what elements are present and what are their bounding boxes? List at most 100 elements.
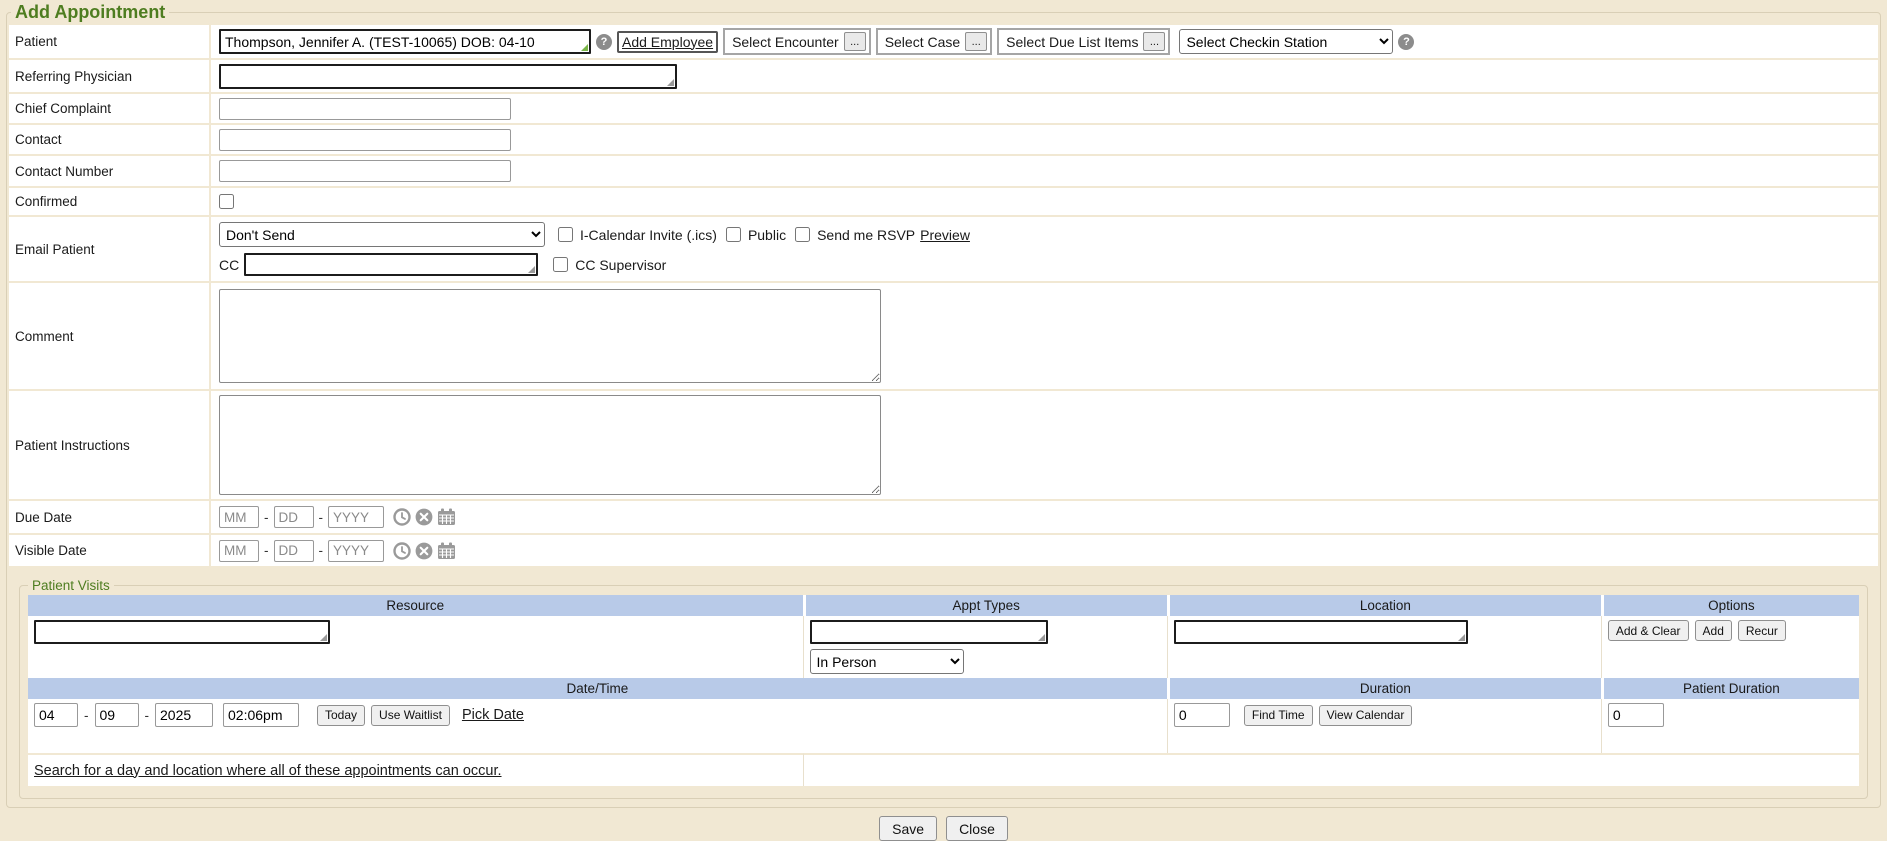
comment-field	[211, 283, 1878, 389]
duration-input[interactable]	[1174, 703, 1230, 727]
search-cell: Search for a day and location where all …	[28, 753, 803, 786]
form-row-contact: Contact	[9, 125, 1878, 156]
visit-year-input[interactable]	[155, 703, 213, 727]
select-due-list-ellipsis-button[interactable]: ...	[1143, 32, 1165, 51]
resource-cell	[28, 616, 803, 678]
patient-instructions-label: Patient Instructions	[9, 391, 211, 499]
visible-date-day-input[interactable]	[274, 540, 314, 562]
preview-link[interactable]: Preview	[920, 227, 970, 243]
today-button[interactable]: Today	[317, 705, 365, 726]
email-send-select[interactable]: Don't Send	[219, 222, 545, 247]
select-case-group[interactable]: Select Case ...	[876, 28, 992, 55]
patient-duration-input[interactable]	[1608, 703, 1664, 727]
visible-date-month-input[interactable]	[219, 540, 259, 562]
public-checkbox[interactable]	[726, 227, 741, 242]
due-date-month-input[interactable]	[219, 506, 259, 528]
appt-type-combo	[810, 620, 1048, 644]
contact-number-label: Contact Number	[9, 156, 211, 186]
date-separator: -	[319, 510, 324, 525]
form-row-email-patient: Email Patient Don't Send I-Calendar Invi…	[9, 217, 1878, 283]
referring-physician-field	[211, 60, 1878, 92]
recur-button[interactable]: Recur	[1738, 620, 1786, 641]
form-row-contact-number: Contact Number	[9, 156, 1878, 188]
due-date-clear-icon[interactable]	[415, 508, 433, 526]
form-row-confirmed: Confirmed	[9, 188, 1878, 217]
location-input[interactable]	[1174, 620, 1468, 644]
resource-header: Resource	[28, 595, 803, 616]
appt-types-cell: In Person	[803, 616, 1167, 678]
appt-types-header: Appt Types	[803, 595, 1167, 616]
patient-instructions-textarea[interactable]	[219, 395, 881, 495]
select-encounter-label: Select Encounter	[732, 34, 839, 50]
referring-physician-label: Referring Physician	[9, 60, 211, 92]
footer-actions: Save Close	[0, 816, 1887, 841]
patient-help-icon[interactable]: ?	[596, 34, 612, 50]
visits-header-row: Resource Appt Types Location Options	[28, 595, 1859, 616]
select-encounter-group[interactable]: Select Encounter ...	[723, 28, 871, 55]
pick-date-link[interactable]: Pick Date	[462, 707, 524, 723]
select-case-ellipsis-button[interactable]: ...	[965, 32, 987, 51]
icalendar-checkbox[interactable]	[558, 227, 573, 242]
visit-time-input[interactable]	[223, 703, 299, 727]
patient-input[interactable]	[219, 29, 591, 54]
chief-complaint-input[interactable]	[219, 98, 511, 120]
patient-combo	[219, 29, 591, 54]
checkin-help-icon[interactable]: ?	[1398, 34, 1414, 50]
find-time-button[interactable]: Find Time	[1244, 705, 1313, 726]
confirmed-label: Confirmed	[9, 188, 211, 215]
visible-date-label: Visible Date	[9, 535, 211, 566]
icalendar-label: I-Calendar Invite (.ics)	[580, 227, 717, 243]
add-button[interactable]: Add	[1695, 620, 1732, 641]
checkin-station-select[interactable]: Select Checkin Station	[1179, 29, 1393, 54]
save-button[interactable]: Save	[879, 816, 937, 841]
rsvp-label: Send me RSVP	[817, 227, 915, 243]
comment-textarea[interactable]	[219, 289, 881, 383]
contact-input[interactable]	[219, 129, 511, 151]
patient-visits-section: Patient Visits Resource Appt Types Locat…	[19, 578, 1868, 799]
visible-date-time-icon[interactable]	[393, 542, 411, 560]
page-title: Add Appointment	[11, 2, 169, 23]
rsvp-checkbox[interactable]	[795, 227, 810, 242]
patient-visits-title: Patient Visits	[28, 578, 114, 593]
email-patient-field: Don't Send I-Calendar Invite (.ics) Publ…	[211, 217, 1878, 281]
resource-input[interactable]	[34, 620, 330, 644]
select-due-list-label: Select Due List Items	[1006, 34, 1138, 50]
visible-date-field: - -	[211, 535, 1878, 566]
visit-month-input[interactable]	[34, 703, 78, 727]
select-encounter-ellipsis-button[interactable]: ...	[844, 32, 866, 51]
visible-date-calendar-icon[interactable]	[437, 542, 456, 560]
visits-datetime-header-row: Date/Time Duration Patient Duration	[28, 678, 1859, 699]
close-button[interactable]: Close	[946, 816, 1008, 841]
due-date-time-icon[interactable]	[393, 508, 411, 526]
select-due-list-group[interactable]: Select Due List Items ...	[997, 28, 1170, 55]
referring-physician-input[interactable]	[219, 64, 677, 89]
form-row-referring-physician: Referring Physician	[9, 60, 1878, 94]
patient-duration-header: Patient Duration	[1601, 678, 1859, 699]
visible-date-year-input[interactable]	[328, 540, 384, 562]
duration-header: Duration	[1167, 678, 1601, 699]
cc-input[interactable]	[244, 253, 538, 276]
appt-type-input[interactable]	[810, 620, 1048, 644]
search-day-location-link[interactable]: Search for a day and location where all …	[34, 763, 502, 779]
appt-mode-select[interactable]: In Person	[810, 649, 964, 674]
date-separator: -	[264, 510, 269, 525]
add-employee-link[interactable]: Add Employee	[617, 31, 718, 53]
visible-date-clear-icon[interactable]	[415, 542, 433, 560]
add-clear-button[interactable]: Add & Clear	[1608, 620, 1689, 641]
contact-field	[211, 125, 1878, 154]
view-calendar-button[interactable]: View Calendar	[1319, 705, 1413, 726]
visible-date-icons	[393, 542, 456, 560]
form-row-due-date: Due Date - -	[9, 501, 1878, 535]
due-date-calendar-icon[interactable]	[437, 508, 456, 526]
confirmed-checkbox[interactable]	[219, 194, 234, 209]
cc-supervisor-checkbox[interactable]	[553, 257, 568, 272]
contact-number-input[interactable]	[219, 160, 511, 182]
due-date-year-input[interactable]	[328, 506, 384, 528]
due-date-day-input[interactable]	[274, 506, 314, 528]
use-waitlist-button[interactable]: Use Waitlist	[371, 705, 450, 726]
visit-day-input[interactable]	[95, 703, 139, 727]
form-row-patient-instructions: Patient Instructions	[9, 391, 1878, 501]
due-date-label: Due Date	[9, 501, 211, 533]
visits-datetime-row: - - Today Use Waitlist Pick Date Find Ti…	[28, 699, 1859, 753]
confirmed-field	[211, 188, 1878, 215]
